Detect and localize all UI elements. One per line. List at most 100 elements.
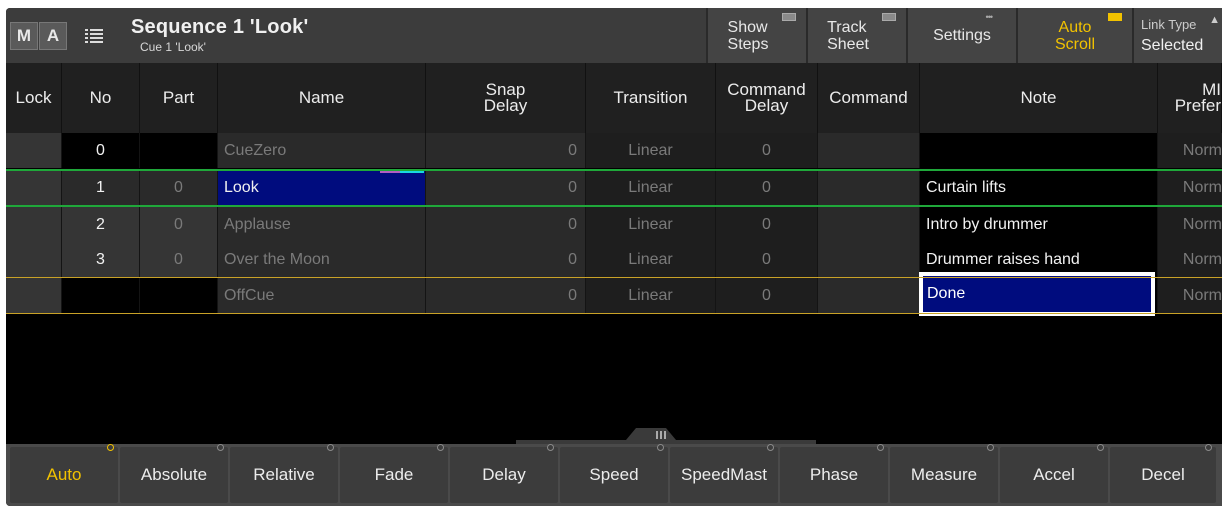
sequence-window: M A Sequence 1 'Look' Cue 1 'Look' Show … [6, 8, 1222, 506]
snap-delay-cell[interactable]: 0 [426, 170, 586, 205]
note-cell[interactable]: Intro by drummer [920, 207, 1158, 242]
cue-name-selected[interactable]: Look [218, 170, 426, 205]
transition-cell[interactable]: Linear [586, 242, 716, 277]
mib-cell[interactable]: Norm [1158, 207, 1222, 242]
link-type-selector[interactable]: Link Type ▲ Selected [1132, 8, 1222, 63]
mib-cell[interactable]: Norm [1158, 133, 1222, 168]
col-header-lock[interactable]: Lock [6, 63, 62, 133]
cue-name[interactable]: Applause [218, 207, 426, 242]
cue-row[interactable]: 0 CueZero 0 Linear 0 Norm [6, 133, 1222, 168]
command-delay-cell[interactable]: 0 [716, 242, 818, 277]
part-cell[interactable] [140, 278, 218, 313]
auto-scroll-led-icon [1108, 13, 1122, 21]
part-cell[interactable] [140, 133, 218, 168]
logo-letter-a: A [39, 22, 67, 50]
part-cell[interactable]: 0 [140, 207, 218, 242]
cue-name[interactable]: Over the Moon [218, 242, 426, 277]
off-cue-bottom-line [6, 313, 1222, 314]
cue-number[interactable]: 0 [62, 133, 140, 168]
lock-cell[interactable] [6, 170, 62, 205]
fade-mode-button-bar: Auto Absolute Relative Fade Delay Speed … [6, 444, 1222, 506]
cue-name[interactable]: CueZero [218, 133, 426, 168]
command-delay-cell[interactable]: 0 [716, 207, 818, 242]
auto-scroll-button[interactable]: Auto Scroll [1016, 8, 1132, 63]
ma-logo[interactable]: M A [10, 22, 67, 50]
track-sheet-label: Track Sheet [827, 18, 869, 53]
show-steps-button[interactable]: Show Steps [706, 8, 806, 63]
cue-number[interactable]: 2 [62, 207, 140, 242]
measure-button[interactable]: Measure [890, 444, 998, 503]
absolute-button[interactable]: Absolute [120, 444, 228, 503]
lock-cell[interactable] [6, 207, 62, 242]
relative-button[interactable]: Relative [230, 444, 338, 503]
col-header-transition[interactable]: Transition [586, 63, 716, 133]
absolute-label: Absolute [140, 465, 208, 484]
command-delay-cell[interactable]: 0 [716, 133, 818, 168]
cue-number[interactable]: 3 [62, 242, 140, 277]
relative-label: Relative [253, 465, 315, 484]
col-header-part[interactable]: Part [140, 63, 218, 133]
col-header-note[interactable]: Note [920, 63, 1158, 133]
show-steps-led-icon [782, 13, 796, 21]
transition-cell[interactable]: Linear [586, 170, 716, 205]
lock-cell[interactable] [6, 278, 62, 313]
command-cell[interactable] [818, 170, 920, 205]
col-header-no[interactable]: No [62, 63, 140, 133]
auto-button[interactable]: Auto [10, 444, 118, 503]
part-cell[interactable]: 0 [140, 242, 218, 277]
off-cue-top-line [6, 277, 1222, 278]
col-header-name[interactable]: Name [218, 63, 426, 133]
command-delay-cell[interactable]: 0 [716, 278, 818, 313]
note-edit-field[interactable]: Done [919, 272, 1155, 316]
command-cell[interactable] [818, 133, 920, 168]
cue-number[interactable] [62, 278, 140, 313]
snap-delay-cell[interactable]: 0 [426, 207, 586, 242]
delay-button[interactable]: Delay [450, 444, 558, 503]
track-sheet-button[interactable]: Track Sheet [806, 8, 906, 63]
snap-delay-cell[interactable]: 0 [426, 242, 586, 277]
track-sheet-led-icon [882, 13, 896, 21]
resize-grip-icon[interactable] [516, 428, 816, 444]
list-menu-icon[interactable] [85, 28, 103, 44]
speed-label: Speed [589, 465, 639, 484]
settings-button[interactable]: ••• Settings [906, 8, 1016, 63]
mib-cell[interactable]: Norm [1158, 242, 1222, 277]
cue-row[interactable]: 2 0 Applause 0 Linear 0 Intro by drummer… [6, 207, 1222, 242]
transition-cell[interactable]: Linear [586, 278, 716, 313]
fade-button[interactable]: Fade [340, 444, 448, 503]
transition-cell[interactable]: Linear [586, 207, 716, 242]
speed-button[interactable]: Speed [560, 444, 668, 503]
dot-icon [547, 444, 554, 451]
note-cell[interactable]: Curtain lifts [920, 170, 1158, 205]
command-cell[interactable] [818, 207, 920, 242]
link-type-value: Selected [1141, 37, 1204, 54]
command-cell[interactable] [818, 278, 920, 313]
col-header-command[interactable]: Command [818, 63, 920, 133]
col-header-snap-delay[interactable]: Snap Delay [426, 63, 586, 133]
dot-icon [1205, 444, 1212, 451]
note-cell[interactable] [920, 133, 1158, 168]
snap-delay-cell[interactable]: 0 [426, 133, 586, 168]
col-header-command-delay[interactable]: Command Delay [716, 63, 818, 133]
transition-cell[interactable]: Linear [586, 133, 716, 168]
command-delay-cell[interactable]: 0 [716, 170, 818, 205]
speedmast-button[interactable]: SpeedMast [670, 444, 778, 503]
fade-label: Fade [374, 465, 414, 484]
auto-label: Auto [46, 465, 82, 484]
mib-cell[interactable]: Norm [1158, 170, 1222, 205]
col-header-mib-preference[interactable]: MI Prefer [1158, 63, 1222, 133]
lock-cell[interactable] [6, 133, 62, 168]
mib-cell[interactable]: Norm [1158, 278, 1222, 313]
phase-button[interactable]: Phase [780, 444, 888, 503]
snap-delay-cell[interactable]: 0 [426, 278, 586, 313]
command-cell[interactable] [818, 242, 920, 277]
cue-number[interactable]: 1 [62, 170, 140, 205]
decel-button[interactable]: Decel [1110, 444, 1216, 503]
speedmast-label: SpeedMast [681, 465, 767, 484]
dot-icon [1097, 444, 1104, 451]
lock-cell[interactable] [6, 242, 62, 277]
accel-button[interactable]: Accel [1000, 444, 1108, 503]
part-cell[interactable]: 0 [140, 170, 218, 205]
cue-name[interactable]: OffCue [218, 278, 426, 313]
cue-row-active[interactable]: 1 0 Look 0 Linear 0 Curtain lifts Norm [6, 170, 1222, 205]
